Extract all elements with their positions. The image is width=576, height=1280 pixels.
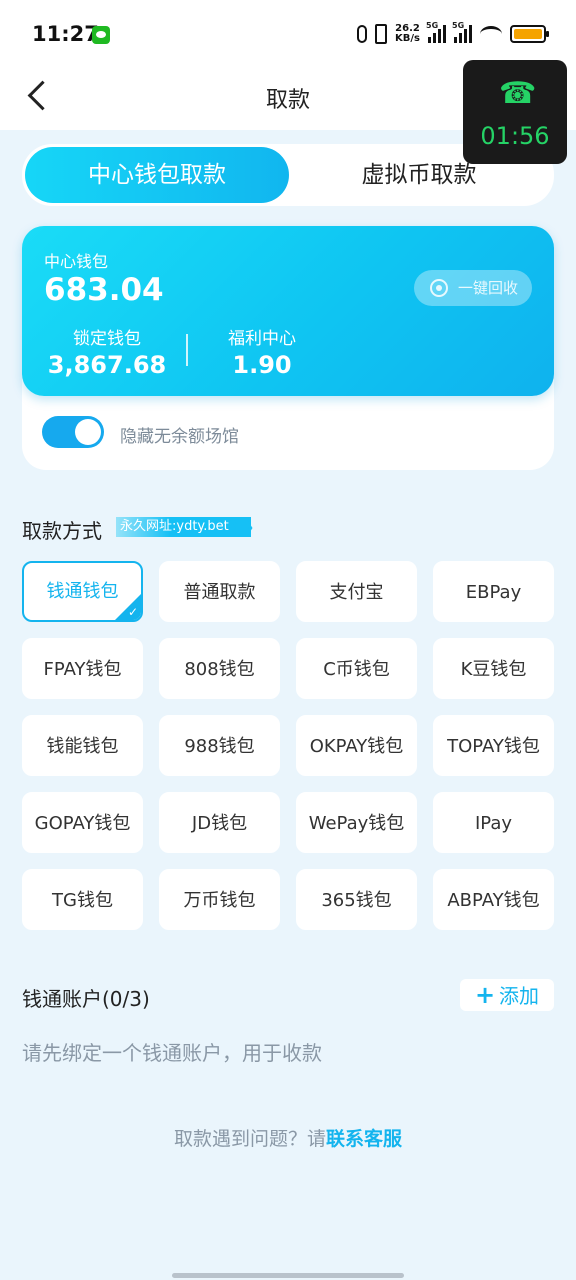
method-button[interactable]: JD钱包 (159, 792, 280, 853)
method-button[interactable]: 支付宝 (296, 561, 417, 622)
divider (186, 334, 188, 366)
hide-empty-label: 隐藏无余额场馆 (120, 427, 239, 447)
method-button[interactable]: 普通取款 (159, 561, 280, 622)
account-title: 钱通账户(0/3) (22, 987, 150, 1011)
help-question: 取款遇到问题？请 (173, 1128, 326, 1150)
recycle-label: 一键回收 (458, 279, 519, 297)
method-button[interactable]: 钱通钱包 ✓ (22, 561, 143, 622)
method-button[interactable]: 988钱包 (159, 715, 280, 776)
wechat-icon (92, 26, 110, 44)
method-button[interactable]: ABPAY钱包 (433, 869, 554, 930)
method-button[interactable]: TOPAY钱包 (433, 715, 554, 776)
locked-wallet-amount: 3,867.68 (47, 351, 167, 379)
methods-grid: 钱通钱包 ✓ 普通取款 支付宝 EBPay FPAY钱包 808钱包 C币钱包 … (22, 561, 554, 930)
status-icons: 26.2 KB/s 5G 5G (357, 21, 549, 44)
method-button[interactable]: 808钱包 (159, 638, 280, 699)
recycle-button[interactable]: 一键回收 (414, 270, 532, 306)
method-label: 钱通钱包 (46, 581, 119, 602)
call-timer: 01:56 (480, 122, 550, 150)
speed-unit: KB/s (395, 33, 420, 44)
welfare-label: 福利中心 (228, 329, 296, 349)
method-button[interactable]: 钱能钱包 (22, 715, 143, 776)
wifi-icon (480, 26, 502, 42)
method-button[interactable]: K豆钱包 (433, 638, 554, 699)
method-button[interactable]: 万币钱包 (159, 869, 280, 930)
tab-center-wallet[interactable]: 中心钱包取款 (25, 147, 289, 203)
status-bar: 11:27 26.2 KB/s 5G 5G (0, 0, 576, 64)
account-hint: 请先绑定一个钱通账户，用于收款 (22, 1041, 322, 1065)
battery-icon (510, 25, 549, 43)
check-icon: ✓ (127, 605, 138, 619)
welfare-center: 福利中心 1.90 (222, 324, 302, 379)
call-overlay[interactable]: ☎ 01:56 (463, 60, 567, 164)
method-button[interactable]: GOPAY钱包 (22, 792, 143, 853)
method-button[interactable]: C币钱包 (296, 638, 417, 699)
method-button[interactable]: WePay钱包 (296, 792, 417, 853)
method-button[interactable]: OKPAY钱包 (296, 715, 417, 776)
double-chevron-icon: ❯❯ (228, 517, 255, 536)
signal-icon: 5G (452, 21, 472, 43)
help-text: 取款遇到问题？请联系客服 (0, 1124, 576, 1151)
vibrate-icon (375, 24, 388, 44)
contact-support-link[interactable]: 联系客服 (326, 1128, 402, 1150)
center-wallet-amount: 683.04 (44, 272, 164, 308)
method-button[interactable]: FPAY钱包 (22, 638, 143, 699)
signal-icon: 5G (426, 21, 446, 43)
center-wallet-label: 中心钱包 (44, 252, 109, 271)
wallet-panel: 中心钱包 683.04 一键回收 锁定钱包 3,867.68 福利中心 1.90… (22, 226, 554, 470)
welfare-amount: 1.90 (232, 351, 292, 379)
method-button[interactable]: EBPay (433, 561, 554, 622)
methods-title: 取款方式 (22, 519, 102, 543)
wallet-card: 中心钱包 683.04 一键回收 锁定钱包 3,867.68 福利中心 1.90 (22, 226, 554, 396)
signal-label: 5G (452, 21, 465, 30)
recycle-icon (430, 279, 448, 297)
locked-wallet-label: 锁定钱包 (73, 329, 141, 349)
add-account-button[interactable]: + 添加 (460, 979, 554, 1011)
hide-empty-toggle[interactable] (42, 416, 104, 448)
locked-wallet: 锁定钱包 3,867.68 (44, 324, 170, 379)
signal-label: 5G (426, 21, 439, 30)
phone-icon: ☎ (499, 76, 537, 111)
add-label: 添加 (499, 984, 540, 1008)
home-indicator[interactable] (172, 1273, 404, 1278)
status-time: 11:27 (32, 22, 99, 46)
plus-icon: + (474, 981, 496, 1009)
microphone-icon (357, 25, 368, 43)
method-button[interactable]: IPay (433, 792, 554, 853)
method-button[interactable]: TG钱包 (22, 869, 143, 930)
network-speed: 26.2 KB/s (395, 24, 420, 44)
method-button[interactable]: 365钱包 (296, 869, 417, 930)
